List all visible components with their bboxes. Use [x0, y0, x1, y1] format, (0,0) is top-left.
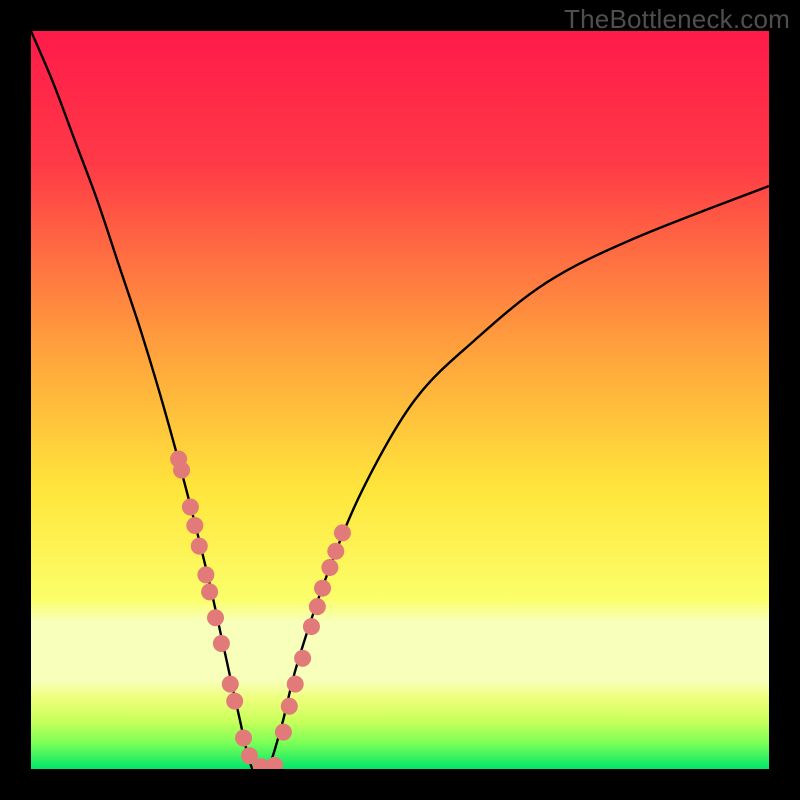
data-point	[207, 609, 224, 626]
data-point	[287, 676, 304, 693]
plot-area	[31, 31, 769, 769]
data-point	[222, 676, 239, 693]
chart-svg	[31, 31, 769, 769]
data-point	[334, 524, 351, 541]
data-point	[191, 538, 208, 555]
data-point	[186, 517, 203, 534]
data-point	[321, 559, 338, 576]
data-point	[201, 583, 218, 600]
data-point	[226, 693, 243, 710]
scatter-right	[266, 524, 351, 769]
chart-frame: TheBottleneck.com	[0, 0, 800, 800]
data-point	[314, 580, 331, 597]
bottleneck-curve	[31, 31, 769, 769]
data-point	[266, 757, 283, 769]
data-point	[173, 462, 190, 479]
data-point	[309, 598, 326, 615]
data-point	[197, 566, 214, 583]
data-point	[281, 698, 298, 715]
data-point	[182, 499, 199, 516]
data-point	[275, 724, 292, 741]
scatter-left	[170, 451, 270, 769]
data-point	[303, 618, 320, 635]
watermark-text: TheBottleneck.com	[564, 4, 790, 35]
data-point	[327, 543, 344, 560]
data-point	[213, 635, 230, 652]
data-point	[235, 730, 252, 747]
data-point	[294, 650, 311, 667]
